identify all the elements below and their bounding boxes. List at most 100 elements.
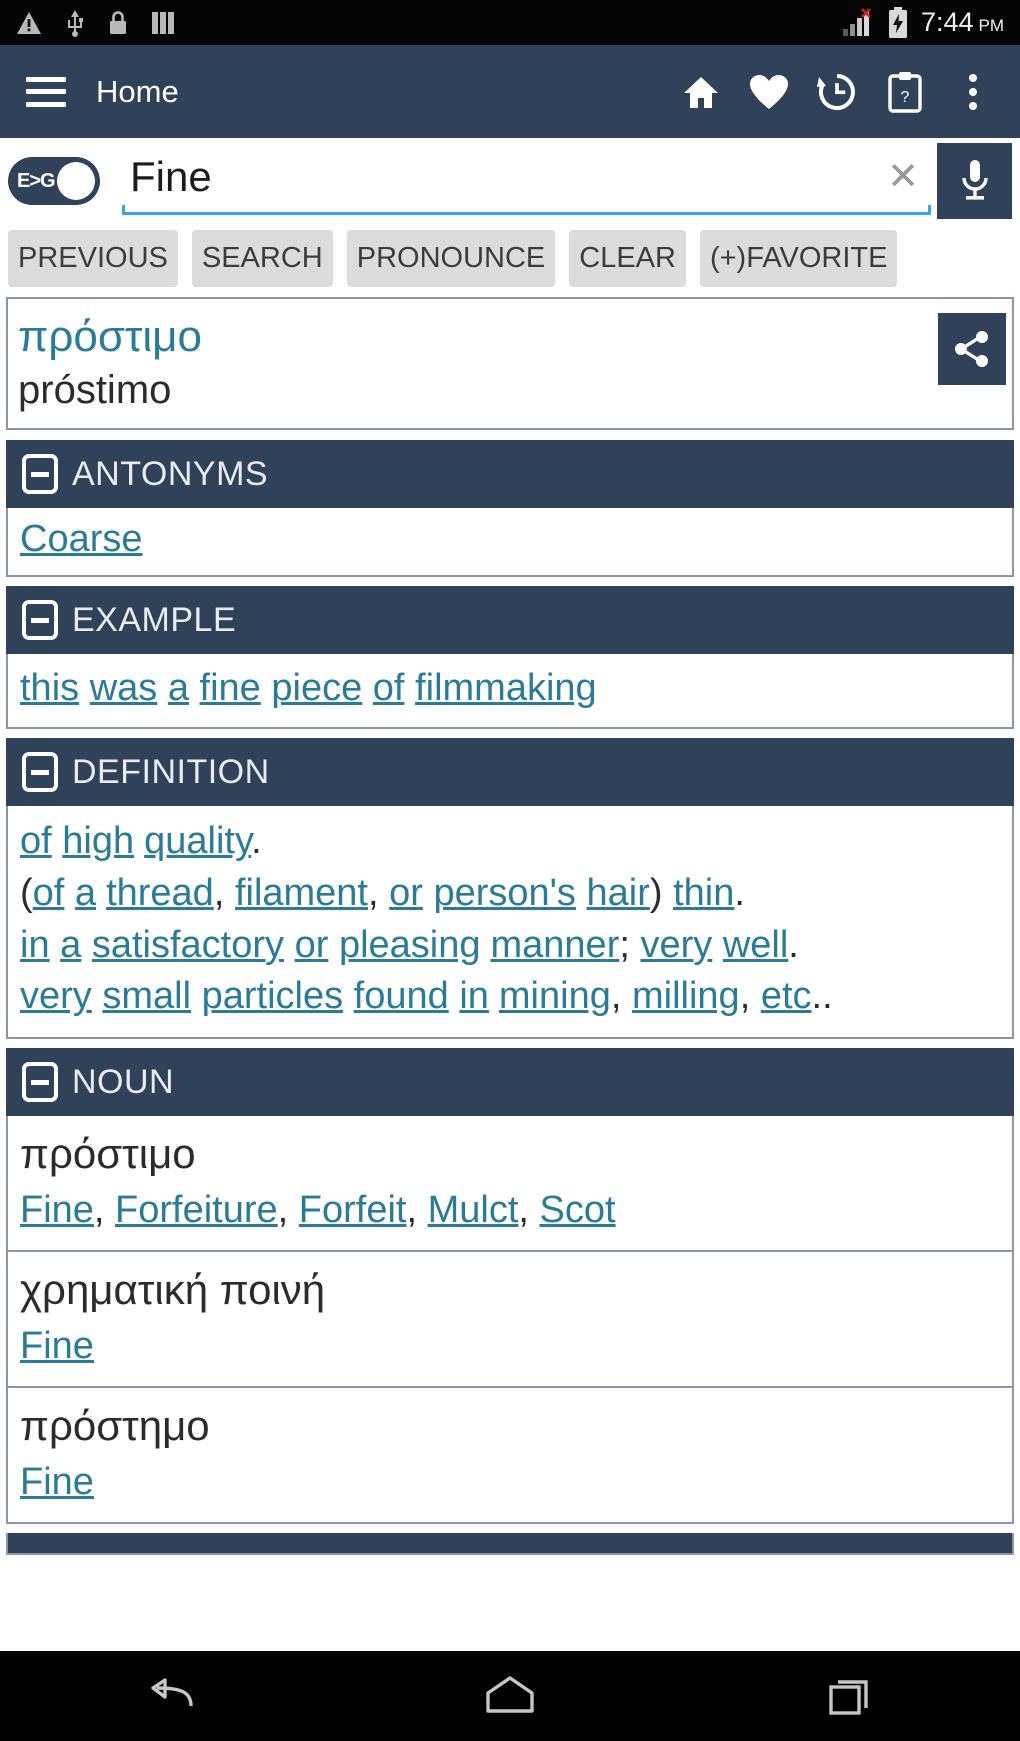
microphone-icon[interactable] (937, 143, 1012, 219)
definition-line: (of a thread, filament, or person's hair)… (20, 868, 1000, 920)
noun-greek-term: πρόστιμο (20, 1130, 196, 1178)
antonyms-header[interactable]: ANTONYMS (6, 440, 1014, 508)
example-header[interactable]: EXAMPLE (6, 586, 1014, 654)
recent-apps-icon[interactable] (790, 1661, 910, 1731)
share-icon[interactable] (938, 313, 1006, 385)
language-direction-toggle[interactable]: E>G (8, 157, 100, 205)
definition-word[interactable]: mining (499, 975, 611, 1017)
status-bar-clock: 7:44 PM (921, 7, 1004, 38)
definition-word[interactable]: a (75, 872, 96, 914)
noun-header[interactable]: NOUN (6, 1048, 1014, 1117)
clear-button[interactable]: CLEAR (569, 230, 686, 287)
definition-word[interactable]: filament (235, 872, 368, 914)
definition-line: of high quality. (20, 816, 1000, 868)
definition-word[interactable]: very (20, 975, 92, 1017)
previous-button[interactable]: PREVIOUS (8, 230, 178, 287)
section-antonyms: ANTONYMS Coarse (6, 440, 1014, 577)
favorite-button[interactable]: (+)FAVORITE (699, 230, 898, 287)
collapse-minus-icon[interactable] (22, 454, 58, 494)
noun-synonym-link[interactable]: Fine (20, 1461, 94, 1503)
definition-word[interactable]: thread (106, 872, 214, 914)
home-outline-icon[interactable] (450, 1661, 570, 1731)
definition-punct: , (213, 872, 235, 915)
history-icon[interactable] (816, 71, 858, 113)
next-section-strip[interactable] (6, 1533, 1014, 1556)
definition-word[interactable]: very (640, 924, 712, 966)
definition-word[interactable]: in (20, 924, 50, 966)
definition-word[interactable]: found (354, 975, 449, 1017)
noun-body: πρόστιμο Fine, Forfeiture, Forfeit, Mulc… (6, 1116, 1014, 1525)
definition-word[interactable]: of (20, 820, 52, 862)
heart-icon[interactable] (748, 71, 790, 113)
example-word[interactable]: this (20, 667, 79, 709)
noun-synonym-link[interactable]: Forfeit (299, 1189, 407, 1231)
definition-word[interactable]: milling (632, 975, 740, 1017)
action-button-row: PREVIOUS SEARCH PRONOUNCE CLEAR (+)FAVOR… (0, 224, 1020, 297)
back-icon[interactable] (110, 1661, 230, 1731)
example-title: EXAMPLE (72, 600, 237, 639)
collapse-minus-icon[interactable] (22, 1062, 58, 1103)
quiz-clipboard-icon[interactable]: ? (884, 71, 926, 113)
definition-word[interactable]: satisfactory (92, 924, 284, 966)
search-field-wrapper: ✕ (122, 145, 931, 217)
vertical-bars-icon (152, 11, 174, 34)
definition-word[interactable]: or (295, 924, 329, 966)
definition-word[interactable]: high (62, 820, 134, 862)
app-bar: Home ? (0, 45, 1020, 138)
pronounce-button[interactable]: PRONOUNCE (346, 230, 556, 287)
definition-word[interactable]: pleasing (339, 924, 481, 966)
status-bar: 7:44 PM (0, 0, 1020, 45)
svg-text:?: ? (901, 89, 910, 106)
search-input[interactable] (122, 153, 931, 209)
home-icon[interactable] (680, 71, 722, 113)
definition-punct: . (734, 872, 745, 915)
noun-synonyms: Fine, Forfeiture, Forfeit, Mulct, Scot (20, 1188, 616, 1231)
definition-word[interactable]: or (389, 872, 423, 914)
headword-greek[interactable]: πρόστιμο (18, 309, 938, 364)
noun-synonym-link[interactable]: Scot (540, 1189, 616, 1231)
noun-synonym-link[interactable]: Fine (20, 1325, 94, 1367)
warning-triangle-icon (17, 11, 41, 34)
noun-synonym-link[interactable]: Mulct (428, 1189, 519, 1231)
example-word[interactable]: was (90, 667, 158, 709)
example-word[interactable]: a (168, 667, 189, 709)
example-word[interactable]: of (373, 667, 405, 709)
definition-word[interactable]: of (33, 872, 65, 914)
definition-word[interactable]: thin (673, 872, 734, 914)
example-word[interactable]: fine (200, 667, 261, 709)
definition-word[interactable]: a (60, 924, 81, 966)
definition-word[interactable]: quality (144, 820, 251, 862)
clock-time: 7:44 (920, 7, 974, 37)
noun-synonym-link[interactable]: Forfeiture (115, 1189, 278, 1231)
definition-word[interactable]: well (723, 924, 788, 966)
definition-line: very small particles found in mining, mil… (20, 971, 1000, 1023)
definition-punct: ) (649, 872, 674, 915)
definition-word[interactable]: person's (433, 872, 575, 914)
example-word[interactable]: filmmaking (415, 667, 597, 709)
definition-punct: , (739, 975, 761, 1018)
headword-card: πρόστιμο próstimo (6, 297, 1014, 430)
overflow-menu-icon[interactable] (952, 71, 994, 113)
example-word[interactable]: piece (271, 667, 362, 709)
noun-synonym-link[interactable]: Fine (20, 1189, 94, 1231)
close-icon[interactable]: ✕ (887, 158, 919, 196)
section-noun: NOUN πρόστιμο Fine, Forfeiture, Forfeit,… (6, 1048, 1014, 1525)
definition-punct: ; (619, 923, 641, 966)
definition-word[interactable]: hair (587, 872, 650, 914)
definition-title: DEFINITION (72, 752, 270, 791)
definition-header[interactable]: DEFINITION (6, 738, 1014, 807)
definition-word[interactable]: etc (761, 975, 812, 1017)
signal-bars-no-service-icon (842, 7, 871, 36)
search-button[interactable]: SEARCH (191, 230, 333, 287)
antonym-link[interactable]: Coarse (20, 518, 143, 560)
collapse-minus-icon[interactable] (22, 600, 58, 640)
antonyms-title: ANTONYMS (72, 454, 269, 493)
definition-word[interactable]: in (459, 975, 489, 1017)
example-body: this was a fine piece of filmmaking (6, 654, 1014, 730)
definition-word[interactable]: particles (202, 975, 344, 1017)
collapse-minus-icon[interactable] (22, 752, 58, 793)
page-title: Home (96, 73, 179, 109)
definition-word[interactable]: manner (491, 924, 620, 966)
definition-word[interactable]: small (102, 975, 191, 1017)
hamburger-menu-icon[interactable] (26, 76, 66, 107)
